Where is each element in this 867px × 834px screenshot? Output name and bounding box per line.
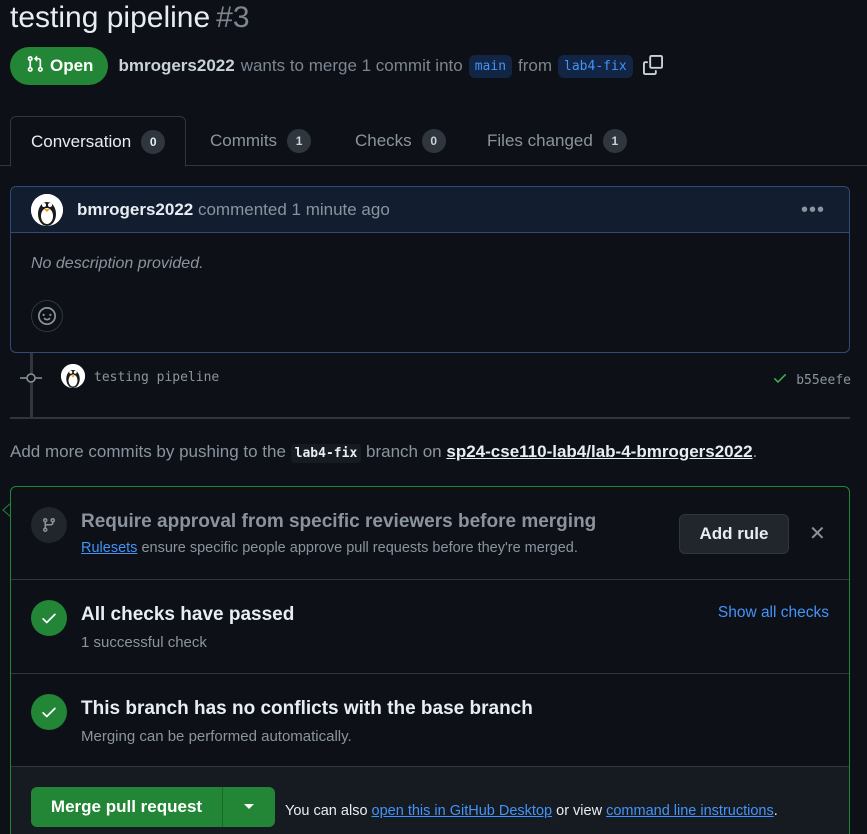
from-text: from [518,56,553,75]
push-info: Add more commits by pushing to the lab4-… [10,442,758,463]
avatar[interactable] [61,364,85,388]
comment-author[interactable]: bmrogers2022 [77,200,193,219]
avatar[interactable] [31,193,63,226]
head-branch[interactable]: lab4-fix [558,54,633,78]
check-icon [31,694,67,730]
state-label: Open [50,56,94,75]
state-badge: Open [10,47,109,85]
commit-sha[interactable]: b55eefe [796,373,851,388]
copy-icon[interactable] [642,55,665,77]
checks-title: All checks have passed [81,604,295,625]
timeline-divider [10,417,850,419]
info-branch: lab4-fix [290,444,362,463]
tab-counter: 0 [421,129,446,153]
conflicts-title: This branch has no conflicts with the ba… [81,698,533,719]
git-branch-icon [31,507,67,543]
rules-sub-text: ensure specific people approve pull requ… [141,540,578,556]
merge-box: Require approval from specific reviewers… [10,486,850,834]
pr-title-text: testing pipeline [10,1,211,34]
conflicts-subtitle: Merging can be performed automatically. [81,728,352,745]
comment-body: No description provided. [31,255,204,272]
check-icon [31,600,67,636]
merge-alternatives: You can also open this in GitHub Desktop… [285,803,778,819]
show-all-checks-link[interactable]: Show all checks [718,604,829,622]
info-prefix: Add more commits by pushing to the [10,442,286,461]
tab-counter: 1 [287,129,312,153]
tab-commits[interactable]: Commits 1 [190,116,331,166]
smiley-icon[interactable] [31,300,63,332]
comment-header: bmrogers2022 commented 1 minute ago [11,187,849,233]
pr-description-comment: bmrogers2022 commented 1 minute ago ••• … [10,186,850,353]
command-line-link[interactable]: command line instructions [606,803,774,819]
triangle-down-icon[interactable] [223,787,275,827]
info-suffix: . [752,442,758,461]
merge-pull-request-button[interactable]: Merge pull request [31,787,223,827]
commit-message[interactable]: testing pipeline [94,370,219,385]
comment-author-meta: bmrogers2022 commented 1 minute ago [77,200,390,220]
tab-counter: 0 [141,129,166,154]
comment-timestamp: commented 1 minute ago [197,199,390,219]
conflicts-section: This branch has no conflicts with the ba… [11,674,849,767]
tab-checks[interactable]: Checks 0 [335,116,466,166]
commit-row: testing pipeline b55eefe [0,363,867,393]
repo-link[interactable]: sp24-cse110-lab4/lab-4-bmrogers2022 [446,442,752,461]
tab-conversation[interactable]: Conversation 0 [10,116,187,167]
rules-subtitle: Rulesets ensure specific people approve … [81,540,578,556]
add-rule-button[interactable]: Add rule [679,514,789,554]
kebab-icon[interactable]: ••• [801,199,825,222]
close-icon[interactable]: ✕ [809,521,826,546]
merge-description: bmrogers2022 wants to merge 1 commit int… [118,54,665,78]
pr-number: #3 [216,1,250,34]
tab-label: Conversation [31,131,132,151]
rules-suggestion: Require approval from specific reviewers… [11,487,849,580]
git-commit-icon [20,371,42,388]
pr-title: testing pipeline #3 [10,0,250,36]
pr-status-row: Open bmrogers2022 wants to merge 1 commi… [10,47,665,85]
checks-subtitle: 1 successful check [81,634,207,651]
rules-title: Require approval from specific reviewers… [81,511,597,532]
tab-label: Commits [210,131,278,150]
merge-actions: Merge pull request You can also open thi… [11,767,849,834]
pr-tabs: Conversation 0 Commits 1 Checks 0 Files … [0,116,867,167]
checks-section: All checks have passed 1 successful chec… [11,580,849,674]
check-icon[interactable] [772,370,788,390]
alt-suffix: . [773,803,778,819]
github-desktop-link[interactable]: open this in GitHub Desktop [372,803,553,819]
tab-label: Checks [355,131,412,150]
alt-prefix: You can also [285,803,368,819]
tab-counter: 1 [602,129,627,153]
base-branch[interactable]: main [468,54,513,78]
rulesets-link[interactable]: Rulesets [81,540,137,556]
tab-label: Files changed [487,131,593,150]
info-middle: branch on [366,442,442,461]
merge-action-text: wants to merge 1 commit into [240,56,463,75]
commit-status: b55eefe [772,370,851,390]
git-pull-request-icon [26,55,44,78]
tab-files-changed[interactable]: Files changed 1 [467,116,647,166]
author-link[interactable]: bmrogers2022 [118,56,234,76]
alt-middle: or view [556,803,603,819]
merge-button-group: Merge pull request [31,787,275,827]
